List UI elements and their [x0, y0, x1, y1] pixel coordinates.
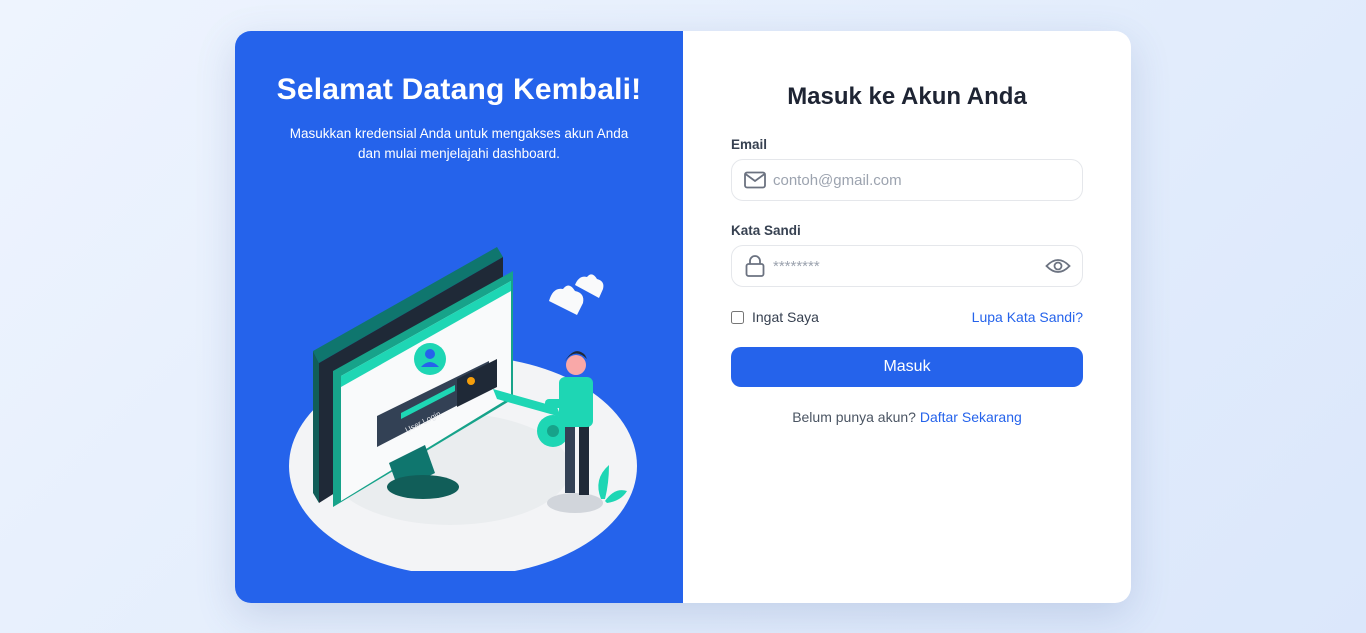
forgot-password-link[interactable]: Lupa Kata Sandi? — [972, 309, 1083, 325]
remember-label: Ingat Saya — [752, 309, 819, 325]
welcome-title: Selamat Datang Kembali! — [276, 73, 642, 106]
login-button[interactable]: Masuk — [731, 347, 1083, 387]
remember-me[interactable]: Ingat Saya — [731, 309, 819, 325]
email-input[interactable] — [767, 160, 1082, 200]
signup-text: Belum punya akun? — [792, 409, 916, 425]
eye-icon[interactable] — [1045, 254, 1071, 278]
cloud-icon — [549, 274, 604, 315]
email-label: Email — [731, 137, 768, 152]
password-field — [731, 245, 1083, 287]
welcome-subtitle: Masukkan kredensial Anda untuk mengakses… — [289, 126, 629, 161]
password-label: Kata Sandi — [731, 223, 801, 238]
email-field — [731, 159, 1083, 201]
password-input[interactable] — [767, 246, 1045, 286]
login-illustration: User Login — [289, 247, 637, 571]
signup-link[interactable]: Daftar Sekarang — [920, 409, 1022, 425]
form-title: Masuk ke Akun Anda — [787, 83, 1027, 110]
mail-icon — [743, 168, 767, 192]
signup-prompt: Belum punya akun? Daftar Sekarang — [683, 409, 1131, 425]
welcome-panel: Selamat Datang Kembali! Masukkan kredens… — [235, 31, 683, 603]
login-card: Selamat Datang Kembali! Masukkan kredens… — [235, 31, 1131, 603]
login-panel: Masuk ke Akun Anda Email Kata Sandi Inga… — [683, 31, 1131, 603]
options-row: Ingat Saya Lupa Kata Sandi? — [731, 308, 1083, 326]
remember-checkbox[interactable] — [731, 310, 744, 324]
lock-icon — [743, 254, 767, 278]
